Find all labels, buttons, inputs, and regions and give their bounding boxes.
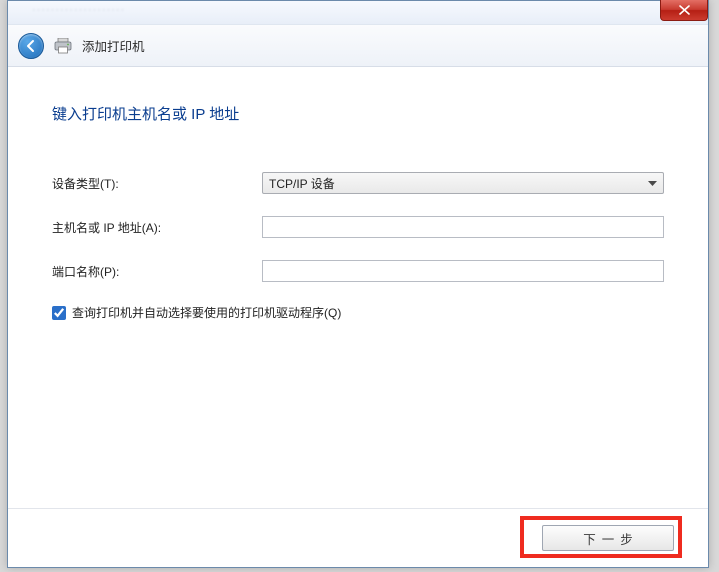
hostname-input[interactable] [262,216,664,238]
nav-title: 添加打印机 [82,36,145,55]
query-driver-label: 查询打印机并自动选择要使用的打印机驱动程序(Q) [72,304,341,321]
printer-icon [54,38,72,54]
hostname-label: 主机名或 IP 地址(A): [52,219,262,236]
portname-row: 端口名称(P): [52,260,664,282]
chevron-down-icon [648,176,657,190]
portname-input[interactable] [262,260,664,282]
content-area: 键入打印机主机名或 IP 地址 设备类型(T): TCP/IP 设备 主机名或 … [8,67,708,341]
device-type-row: 设备类型(T): TCP/IP 设备 [52,172,664,194]
hostname-row: 主机名或 IP 地址(A): [52,216,664,238]
blurred-title-text: ···················· [32,4,125,16]
back-button[interactable] [18,33,44,59]
portname-label: 端口名称(P): [52,263,262,280]
bottom-divider [8,508,708,509]
device-type-value: TCP/IP 设备 [269,175,335,192]
wizard-window: ···················· 添加打印机 键入打印机主机名或 IP … [7,0,709,568]
device-type-select[interactable]: TCP/IP 设备 [262,172,664,194]
device-type-label: 设备类型(T): [52,175,262,192]
query-driver-checkbox[interactable] [52,306,66,320]
close-button[interactable] [660,0,708,21]
back-arrow-icon [24,39,38,53]
title-bar: ···················· [8,1,708,25]
page-heading: 键入打印机主机名或 IP 地址 [52,103,664,124]
query-checkbox-row: 查询打印机并自动选择要使用的打印机驱动程序(Q) [52,304,664,321]
next-button-label: 下一步 [577,529,639,548]
nav-bar: 添加打印机 [8,25,708,67]
next-button[interactable]: 下一步 [542,525,674,551]
close-icon [679,5,690,15]
